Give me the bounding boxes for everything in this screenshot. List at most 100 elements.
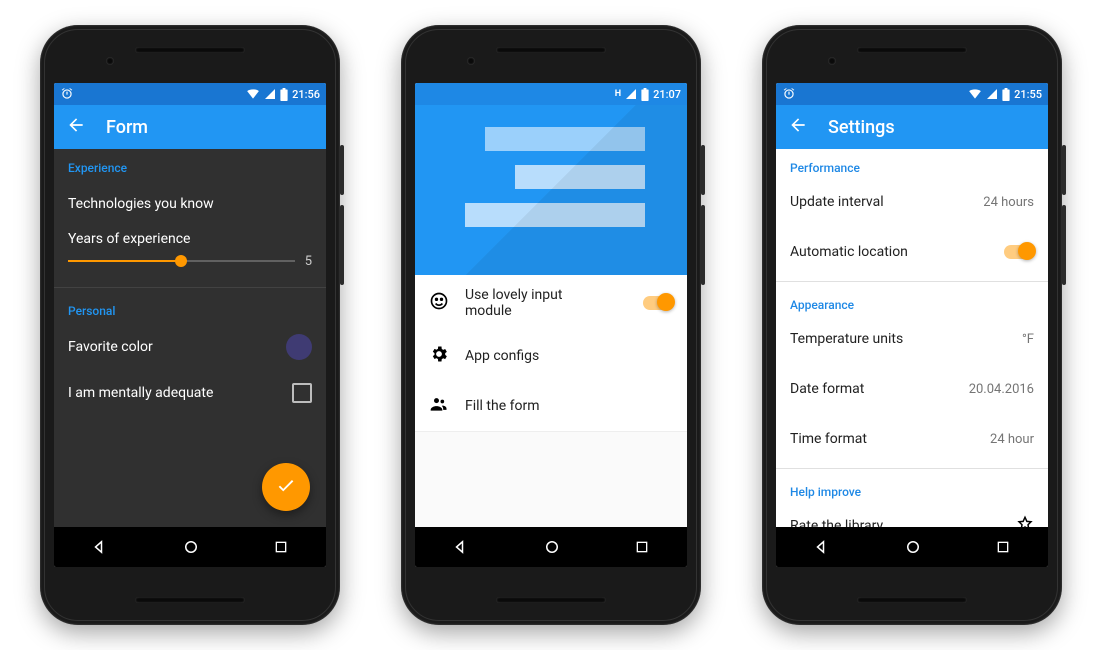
- status-bar: 21:55: [776, 83, 1048, 105]
- device-2: H 21:07: [401, 25, 701, 625]
- people-icon: [429, 394, 449, 418]
- row-time-format[interactable]: Time format 24 hour: [776, 414, 1048, 464]
- speaker-bottom: [857, 597, 967, 603]
- row-update-interval[interactable]: Update interval 24 hours: [776, 177, 1048, 227]
- page-title: Form: [106, 117, 148, 138]
- row-temp-units[interactable]: Temperature units °F: [776, 314, 1048, 364]
- volume-buttons: [701, 205, 705, 285]
- row-label: Date format: [790, 381, 864, 397]
- switch-knob: [1018, 242, 1036, 260]
- nav-back[interactable]: [797, 532, 847, 562]
- years-slider[interactable]: [68, 253, 295, 269]
- speaker-top: [857, 47, 967, 53]
- battery-icon: [280, 88, 288, 101]
- row-label: Temperature units: [790, 331, 903, 347]
- nav-home[interactable]: [888, 532, 938, 562]
- option-list: Use lovely input module App configs: [415, 275, 687, 432]
- divider: [776, 281, 1048, 282]
- screen-2: H 21:07: [415, 83, 687, 567]
- signal-icon: [264, 88, 276, 100]
- row-label: Years of experience: [68, 231, 190, 247]
- nav-home[interactable]: [527, 532, 577, 562]
- status-time: 21:55: [1014, 88, 1042, 101]
- alarm-icon: [782, 87, 796, 101]
- network-type-icon: H: [615, 89, 621, 99]
- volume-buttons: [1062, 205, 1066, 285]
- section-experience: Experience: [54, 149, 326, 181]
- switch-use-lovely[interactable]: [643, 296, 673, 310]
- nav-recent[interactable]: [979, 533, 1027, 561]
- row-label: I am mentally adequate: [68, 385, 213, 401]
- star-icon: [1016, 515, 1034, 527]
- status-bar: 21:56: [54, 83, 326, 105]
- row-value: 24 hours: [983, 195, 1034, 210]
- section-appearance: Appearance: [776, 286, 1048, 314]
- section-personal: Personal: [54, 292, 326, 324]
- row-date-format[interactable]: Date format 20.04.2016: [776, 364, 1048, 414]
- app-bar: Form: [54, 105, 326, 149]
- nav-home[interactable]: [166, 532, 216, 562]
- section-performance: Performance: [776, 149, 1048, 177]
- wifi-icon: [246, 88, 260, 100]
- stage: 21:56 Form Experience Technologies you k…: [0, 0, 1102, 650]
- row-auto-location[interactable]: Automatic location: [776, 227, 1048, 277]
- row-label: Technologies you know: [68, 196, 214, 212]
- switch-knob: [657, 293, 675, 311]
- speaker-top: [135, 47, 245, 53]
- row-favorite-color[interactable]: Favorite color: [54, 324, 326, 370]
- row-rate[interactable]: Rate the library: [776, 501, 1048, 527]
- row-mentally-adequate[interactable]: I am mentally adequate: [54, 370, 326, 416]
- row-use-lovely[interactable]: Use lovely input module: [415, 275, 687, 331]
- camera-dot: [467, 57, 475, 65]
- row-label: App configs: [465, 348, 539, 364]
- page-title: Settings: [828, 117, 895, 138]
- screen-1: 21:56 Form Experience Technologies you k…: [54, 83, 326, 567]
- nav-back[interactable]: [75, 532, 125, 562]
- smiley-icon: [429, 291, 449, 315]
- camera-dot: [828, 57, 836, 65]
- row-label: Automatic location: [790, 244, 908, 260]
- signal-icon: [625, 88, 637, 100]
- signal-icon: [986, 88, 998, 100]
- nav-recent[interactable]: [257, 533, 305, 561]
- row-value: 20.04.2016: [969, 382, 1034, 397]
- checkbox[interactable]: [292, 383, 312, 403]
- back-icon[interactable]: [66, 115, 86, 139]
- alarm-icon: [60, 87, 74, 101]
- status-bar: H 21:07: [415, 83, 687, 105]
- row-app-configs[interactable]: App configs: [415, 331, 687, 381]
- android-nav-bar: [776, 527, 1048, 567]
- wifi-icon: [968, 88, 982, 100]
- back-icon[interactable]: [788, 115, 808, 139]
- speaker-top: [496, 47, 606, 53]
- section-help: Help improve: [776, 473, 1048, 501]
- row-label: Favorite color: [68, 339, 153, 355]
- divider: [54, 287, 326, 288]
- nav-recent[interactable]: [618, 533, 666, 561]
- row-label: Time format: [790, 431, 867, 447]
- switch-auto-location[interactable]: [1004, 245, 1034, 259]
- screen-3: 21:55 Settings Performance Update interv…: [776, 83, 1048, 567]
- power-button: [701, 145, 705, 195]
- gear-icon: [429, 344, 449, 368]
- android-nav-bar: [415, 527, 687, 567]
- nav-back[interactable]: [436, 532, 486, 562]
- slider-value: 5: [305, 254, 312, 269]
- form-body: Experience Technologies you know Years o…: [54, 149, 326, 527]
- row-value: 24 hour: [990, 432, 1034, 447]
- speaker-bottom: [496, 597, 606, 603]
- hero-shadow: [415, 105, 687, 275]
- device-1: 21:56 Form Experience Technologies you k…: [40, 25, 340, 625]
- android-nav-bar: [54, 527, 326, 567]
- slider-thumb[interactable]: [175, 255, 187, 267]
- status-time: 21:56: [292, 88, 320, 101]
- device-3: 21:55 Settings Performance Update interv…: [762, 25, 1062, 625]
- fab-submit[interactable]: [262, 463, 310, 511]
- row-label: Update interval: [790, 194, 884, 210]
- list-body: Use lovely input module App configs: [415, 275, 687, 527]
- battery-icon: [641, 88, 649, 101]
- row-fill-form[interactable]: Fill the form: [415, 381, 687, 431]
- row-years[interactable]: Years of experience 5: [54, 227, 326, 283]
- battery-icon: [1002, 88, 1010, 101]
- row-technologies[interactable]: Technologies you know: [54, 181, 326, 227]
